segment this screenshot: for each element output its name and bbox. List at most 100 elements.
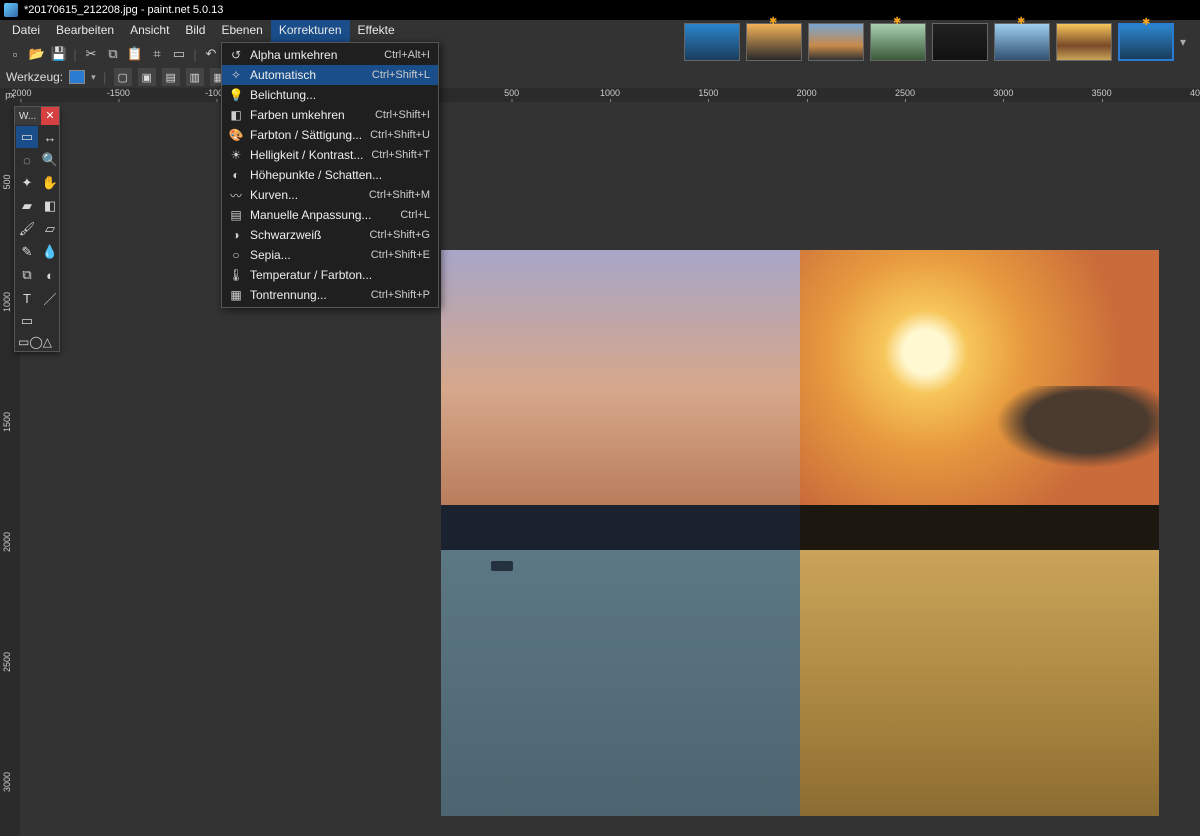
ruler-h-tick: 1500 xyxy=(698,88,718,98)
menu-item-label: Automatisch xyxy=(246,68,372,82)
menu-korrekturen[interactable]: Korrekturen xyxy=(271,20,350,42)
menu-item-h-hepunkte-schatten[interactable]: ◐Höhepunkte / Schatten... xyxy=(222,165,438,185)
tool-lasso[interactable]: ◌ xyxy=(16,149,38,171)
menu-item-icon: ↺ xyxy=(226,48,246,62)
menu-effekte[interactable]: Effekte xyxy=(350,20,403,42)
tool-move-selected[interactable]: ↔ xyxy=(39,126,61,148)
selection-mode-replace[interactable]: ▢ xyxy=(114,68,132,86)
selection-mode-subtract[interactable]: ▤ xyxy=(162,68,180,86)
ruler-h-tick: -1500 xyxy=(107,88,130,98)
document-tabs-overflow[interactable]: ▾ xyxy=(1180,35,1196,49)
menu-item-accelerator: Ctrl+L xyxy=(400,209,430,221)
menu-item-temperatur-farbton[interactable]: 🌡Temperatur / Farbton... xyxy=(222,265,438,285)
menu-item-label: Helligkeit / Kontrast... xyxy=(246,148,371,162)
menu-bild[interactable]: Bild xyxy=(177,20,213,42)
menu-item-schwarzwei[interactable]: ◑SchwarzweißCtrl+Shift+G xyxy=(222,225,438,245)
menu-bearbeiten[interactable]: Bearbeiten xyxy=(48,20,122,42)
canvas-viewport[interactable] xyxy=(20,102,1200,836)
document-tab-2[interactable] xyxy=(808,23,864,61)
menu-item-helligkeit-kontrast[interactable]: ☀Helligkeit / Kontrast...Ctrl+Shift+T xyxy=(222,145,438,165)
canvas-right-half xyxy=(800,250,1159,816)
toolbar-copy-icon[interactable]: ⧉ xyxy=(104,45,122,63)
tool-pencil[interactable]: ✎ xyxy=(16,241,38,263)
tool-line[interactable]: ／ xyxy=(39,287,61,309)
menu-item-icon: 💡 xyxy=(226,88,246,102)
tool-empty xyxy=(39,310,61,332)
tools-window-title: W... xyxy=(15,111,41,122)
toolbar-open-icon[interactable]: 📂 xyxy=(28,45,46,63)
tool-zoom[interactable]: 🔍 xyxy=(39,149,61,171)
menu-item-accelerator: Ctrl+Shift+T xyxy=(371,149,430,161)
toolbar-new-icon[interactable]: ▫ xyxy=(6,45,24,63)
canvas-left-half xyxy=(441,250,800,816)
menu-item-icon: ▦ xyxy=(226,288,246,302)
tool-rect-select[interactable]: ▭ xyxy=(16,126,38,148)
menu-item-label: Tontrennung... xyxy=(246,288,371,302)
tool-color-picker[interactable]: 💧 xyxy=(39,241,61,263)
menu-ansicht[interactable]: Ansicht xyxy=(122,20,177,42)
menu-item-icon: ◐ xyxy=(226,168,246,182)
tool-clone[interactable]: ⧉ xyxy=(16,264,38,286)
menu-item-label: Sepia... xyxy=(246,248,371,262)
tool-text[interactable]: T xyxy=(16,287,38,309)
tool-shapes-row[interactable]: ▭◯△ xyxy=(15,333,59,351)
menu-item-automatisch[interactable]: ✧AutomatischCtrl+Shift+L xyxy=(222,65,438,85)
korrekturen-menu: ↺Alpha umkehrenCtrl+Alt+I✧AutomatischCtr… xyxy=(221,42,439,308)
selection-mode-intersect[interactable]: ▥ xyxy=(186,68,204,86)
menu-item-accelerator: Ctrl+Shift+E xyxy=(371,249,430,261)
tool-magic-wand[interactable]: ✦ xyxy=(16,172,38,194)
tool-eraser[interactable]: ▱ xyxy=(39,218,61,240)
document-tabs: ✱✱✱✱▾ xyxy=(684,20,1196,64)
current-tool-swatch[interactable] xyxy=(69,70,85,84)
document-tab-1[interactable]: ✱ xyxy=(746,23,802,61)
toolbar-crop-icon[interactable]: ⌗ xyxy=(148,45,166,63)
document-tab-0[interactable] xyxy=(684,23,740,61)
tool-options-label: Werkzeug: xyxy=(6,70,63,84)
document-tab-4[interactable] xyxy=(932,23,988,61)
ruler-v-tick: 1000 xyxy=(2,292,12,312)
document-tab-5[interactable]: ✱ xyxy=(994,23,1050,61)
canvas-image[interactable] xyxy=(441,250,1159,816)
menu-item-accelerator: Ctrl+Shift+M xyxy=(369,189,430,201)
menu-item-alpha-umkehren[interactable]: ↺Alpha umkehrenCtrl+Alt+I xyxy=(222,45,438,65)
ruler-v-tick: 2000 xyxy=(2,532,12,552)
tool-brush[interactable]: 🖌 xyxy=(16,218,38,240)
document-tab-6[interactable] xyxy=(1056,23,1112,61)
document-tab-7[interactable]: ✱ xyxy=(1118,23,1174,61)
tool-recolor[interactable]: ◐ xyxy=(39,264,61,286)
menu-item-manuelle-anpassung[interactable]: ▤Manuelle Anpassung...Ctrl+L xyxy=(222,205,438,225)
tool-shapes[interactable]: ▭ xyxy=(16,310,38,332)
menu-item-icon: ✧ xyxy=(226,68,246,82)
tool-gradient[interactable]: ◧ xyxy=(39,195,61,217)
toolbar-deselect-icon[interactable]: ▭ xyxy=(170,45,188,63)
menu-item-kurven[interactable]: 〰Kurven...Ctrl+Shift+M xyxy=(222,185,438,205)
menu-item-farben-umkehren[interactable]: ◧Farben umkehrenCtrl+Shift+I xyxy=(222,105,438,125)
menu-item-accelerator: Ctrl+Shift+I xyxy=(375,109,430,121)
tools-window-close[interactable]: ✕ xyxy=(41,107,59,125)
menu-item-label: Farben umkehren xyxy=(246,108,375,122)
tool-pan[interactable]: ✋ xyxy=(39,172,61,194)
dropdown-icon[interactable]: ▾ xyxy=(91,72,96,83)
toolbar-undo-icon[interactable]: ↶ xyxy=(202,45,220,63)
menu-datei[interactable]: Datei xyxy=(4,20,48,42)
menu-item-icon: ◧ xyxy=(226,108,246,122)
menu-item-label: Kurven... xyxy=(246,188,369,202)
menu-item-sepia[interactable]: ○Sepia...Ctrl+Shift+E xyxy=(222,245,438,265)
menu-ebenen[interactable]: Ebenen xyxy=(213,20,270,42)
selection-mode-add[interactable]: ▣ xyxy=(138,68,156,86)
menu-item-belichtung[interactable]: 💡Belichtung... xyxy=(222,85,438,105)
ruler-h-tick: 1000 xyxy=(600,88,620,98)
ruler-h-tick: 4000 xyxy=(1190,88,1200,98)
toolbar-save-icon[interactable]: 💾 xyxy=(50,45,68,63)
toolbar-paste-icon[interactable]: 📋 xyxy=(126,45,144,63)
menu-item-icon: 🌡 xyxy=(226,268,246,282)
tool-bucket[interactable]: ▰ xyxy=(16,195,38,217)
menu-item-icon: 🎨 xyxy=(226,128,246,142)
document-tab-3[interactable]: ✱ xyxy=(870,23,926,61)
menu-item-tontrennung[interactable]: ▦Tontrennung...Ctrl+Shift+P xyxy=(222,285,438,305)
toolbar-cut-icon[interactable]: ✂ xyxy=(82,45,100,63)
tools-window[interactable]: W... ✕ ▭↔◌🔍✦✋▰◧🖌▱✎💧⧉◐T／▭ ▭◯△ xyxy=(14,106,60,352)
menu-item-farbton-s-ttigung[interactable]: 🎨Farbton / Sättigung...Ctrl+Shift+U xyxy=(222,125,438,145)
modified-indicator-icon: ✱ xyxy=(1142,17,1150,28)
tools-window-titlebar[interactable]: W... ✕ xyxy=(15,107,59,125)
